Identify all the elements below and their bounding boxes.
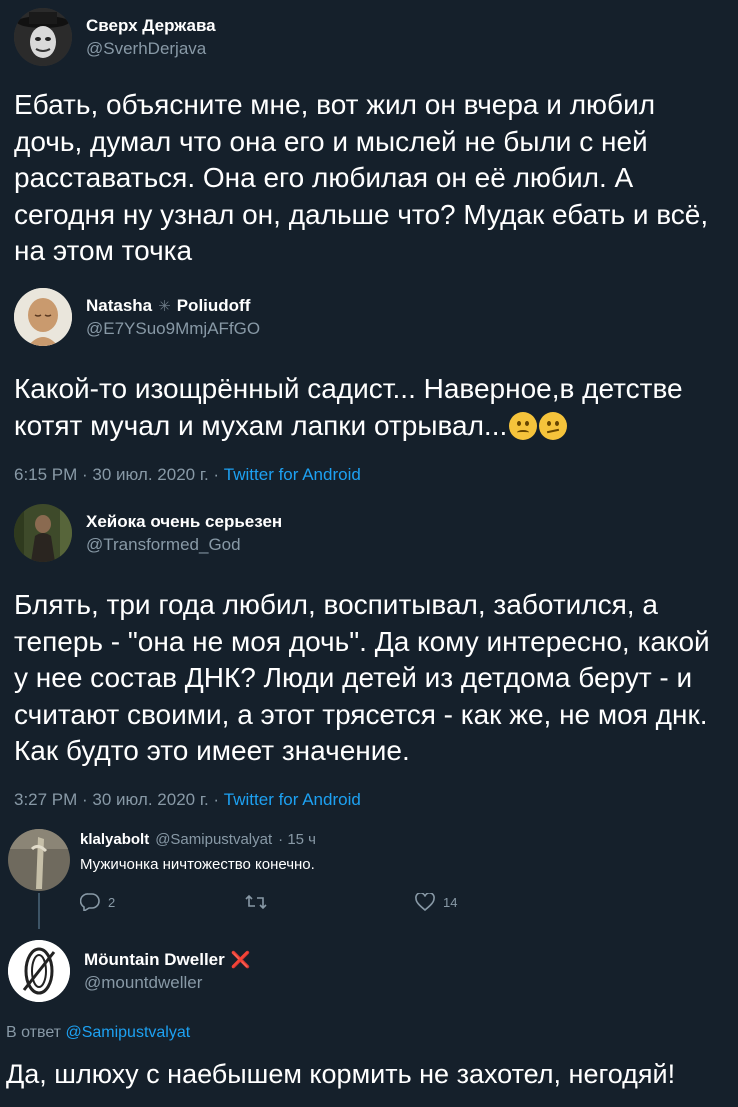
display-name[interactable]: Хейока очень серьезен — [86, 512, 282, 532]
user-handle[interactable]: @E7YSuo9MmjAFfGO — [86, 319, 260, 339]
in-reply-label: В ответ — [6, 1024, 66, 1041]
tweet2-header: Natasha ✳ Poliudoff @E7YSuo9MmjAFfGO — [14, 288, 260, 346]
tweet-text: Ебать, объясните мне, вот жил он вчера и… — [14, 89, 709, 266]
reply-age[interactable]: · 15 ч — [278, 831, 316, 848]
tweet-text: Какой-то изощрённый садист... Наверное,в… — [14, 371, 726, 444]
snowflake-icon: ✳ — [158, 297, 171, 315]
action-bar: 2 14 — [80, 893, 457, 911]
avatar[interactable] — [8, 829, 70, 891]
tweet-text: Да, шлюху с наебышем кормить не захотел,… — [6, 1059, 676, 1089]
display-name-first: Natasha — [86, 295, 153, 315]
thread-line — [38, 893, 40, 929]
like-button[interactable]: 14 — [415, 893, 457, 911]
tweet-text-content: Какой-то изощрённый садист... Наверное,в… — [14, 373, 683, 441]
timestamp[interactable]: 6:15 PM · 30 июл. 2020 г. · — [14, 465, 224, 484]
tweet1-header: Сверх Держава @SverhDerjava — [14, 8, 216, 66]
reply-content: klalyabolt @Samipustvalyat · 15 ч Мужичо… — [80, 831, 316, 873]
display-name[interactable]: Сверх Держава — [86, 16, 216, 36]
reply-icon — [80, 893, 100, 911]
like-count: 14 — [443, 894, 458, 910]
user-handle[interactable]: @Transformed_God — [86, 535, 282, 555]
reply-header: klalyabolt @Samipustvalyat · 15 ч — [80, 831, 316, 848]
display-name[interactable]: Natasha ✳ Poliudoff — [86, 296, 260, 316]
confused-face-emoji — [539, 411, 568, 440]
user-handle[interactable]: @SverhDerjava — [86, 39, 216, 59]
reply-text: Мужичонка ничтожество конечно. — [80, 856, 315, 873]
tweet-text: Блять, три года любил, воспитывал, забот… — [14, 589, 710, 766]
heart-icon — [415, 893, 435, 911]
retweet-icon — [245, 894, 267, 910]
avatar[interactable] — [14, 8, 72, 66]
reply-button[interactable]: 2 — [80, 893, 245, 911]
tweet-meta: 3:27 PM · 30 июл. 2020 г. · Twitter for … — [14, 790, 361, 810]
frowning-face-emoji — [509, 411, 538, 440]
timestamp[interactable]: 3:27 PM · 30 июл. 2020 г. · — [14, 790, 224, 809]
in-reply-to: В ответ @Samipustvalyat — [6, 1024, 190, 1042]
tweet3-header: Хейока очень серьезен @Transformed_God — [14, 504, 282, 562]
display-name[interactable]: klalyabolt — [80, 831, 149, 848]
avatar[interactable] — [14, 504, 72, 562]
user-handle[interactable]: @mountdweller — [84, 973, 251, 993]
tweet5-header: Möuntain Dweller ❌ @mountdweller — [8, 940, 251, 1002]
display-name-last: Poliudoff — [176, 295, 251, 315]
source-link[interactable]: Twitter for Android — [224, 465, 361, 484]
cross-mark-icon: ❌ — [230, 951, 251, 969]
tweet-meta: 6:15 PM · 30 июл. 2020 г. · Twitter for … — [14, 465, 361, 485]
retweet-button[interactable] — [245, 893, 415, 911]
mention-link[interactable]: @Samipustvalyat — [65, 1024, 190, 1041]
avatar[interactable] — [8, 940, 70, 1002]
user-handle[interactable]: @Samipustvalyat — [155, 831, 272, 848]
reply-count: 2 — [108, 894, 116, 910]
source-link[interactable]: Twitter for Android — [224, 790, 361, 809]
avatar[interactable] — [14, 288, 72, 346]
display-name-text: Möuntain Dweller — [84, 949, 225, 969]
display-name[interactable]: Möuntain Dweller ❌ — [84, 950, 251, 970]
